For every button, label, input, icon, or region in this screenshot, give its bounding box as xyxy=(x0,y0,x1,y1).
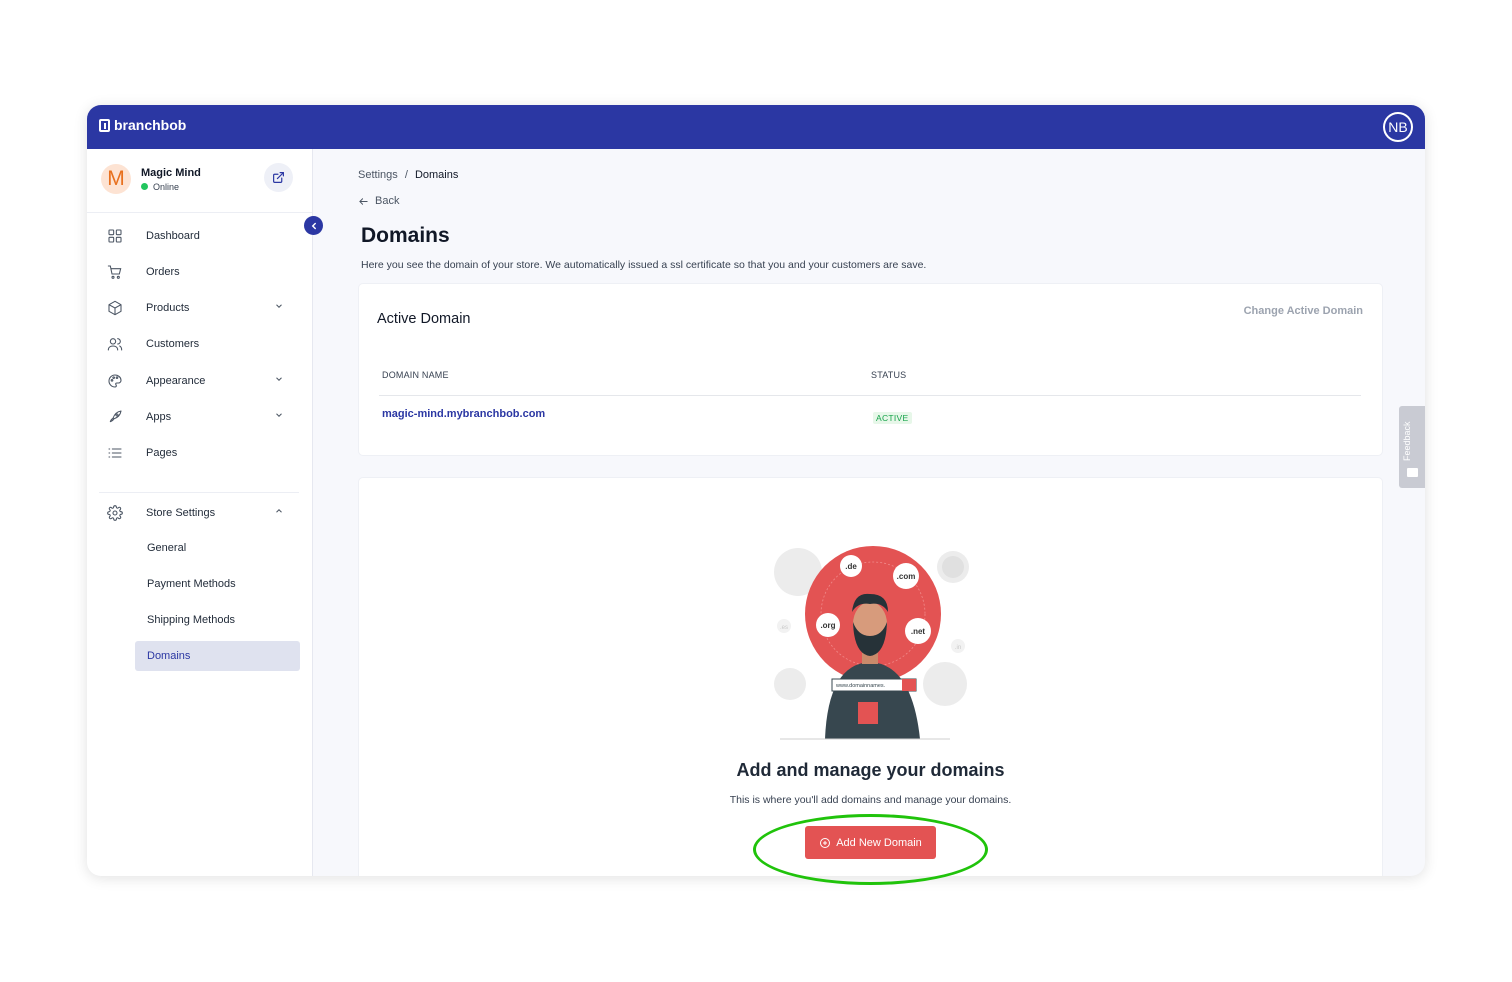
highlight-ellipse xyxy=(753,814,988,885)
svg-text:.org: .org xyxy=(820,621,835,630)
palette-icon xyxy=(106,372,124,390)
sidebar-subitem-general[interactable]: General xyxy=(135,533,300,563)
store-info: Magic Mind Online xyxy=(141,167,201,192)
svg-text:.in: .in xyxy=(955,645,961,651)
svg-text:.com: .com xyxy=(897,572,916,581)
top-bar: branchbob NB xyxy=(87,105,1425,149)
sidebar-group-divider xyxy=(99,492,299,493)
external-link-icon xyxy=(273,172,284,183)
sidebar-item-orders[interactable]: Orders xyxy=(106,261,296,283)
feedback-icon xyxy=(1407,468,1418,477)
chevron-up-icon xyxy=(274,506,284,519)
sidebar-item-appearance[interactable]: Appearance xyxy=(106,370,296,392)
chevron-left-icon xyxy=(311,222,316,229)
breadcrumb: Settings / Domains xyxy=(358,169,458,181)
svg-text:www.domainnames.: www.domainnames. xyxy=(835,683,886,689)
column-header-status: STATUS xyxy=(871,370,907,380)
sidebar-item-customers[interactable]: Customers xyxy=(106,333,296,355)
sidebar-item-label: Orders xyxy=(146,266,180,278)
store-avatar: M xyxy=(101,164,131,194)
change-active-domain-link[interactable]: Change Active Domain xyxy=(1244,305,1363,317)
cart-icon xyxy=(106,263,124,281)
back-label: Back xyxy=(375,195,400,207)
online-dot-icon xyxy=(141,183,148,190)
sidebar-item-store-settings[interactable]: Store Settings xyxy=(106,502,296,524)
box-icon xyxy=(106,299,124,317)
empty-state-title: Add and manage your domains xyxy=(736,760,1005,780)
active-domain-title: Active Domain xyxy=(377,311,471,327)
breadcrumb-separator: / xyxy=(404,169,408,181)
sidebar-item-label: Pages xyxy=(146,447,178,459)
status-badge: ACTIVE xyxy=(873,412,912,424)
main-content: Settings / Domains Back Domains Here you… xyxy=(313,149,1425,876)
sidebar-item-label: Customers xyxy=(146,338,200,350)
breadcrumb-settings[interactable]: Settings xyxy=(358,169,398,181)
grid-icon xyxy=(106,227,124,245)
sidebar-item-apps[interactable]: Apps xyxy=(106,406,296,428)
sidebar-item-label: Store Settings xyxy=(146,507,216,519)
chevron-down-icon xyxy=(274,374,284,387)
back-link[interactable]: Back xyxy=(358,195,399,207)
chevron-down-icon xyxy=(274,410,284,423)
branchbob-logo[interactable]: branchbob xyxy=(99,117,186,133)
empty-state-description: This is where you'll add domains and man… xyxy=(729,794,1012,806)
svg-text:.net: .net xyxy=(911,627,926,636)
table-divider xyxy=(379,395,1361,396)
rocket-icon xyxy=(106,408,124,426)
feedback-tab[interactable]: Feedback xyxy=(1399,406,1425,488)
sidebar-item-pages[interactable]: Pages xyxy=(106,442,296,464)
user-initials: NB xyxy=(1385,114,1411,140)
user-avatar[interactable]: NB xyxy=(1383,112,1413,142)
breadcrumb-current: Domains xyxy=(414,169,459,181)
sidebar-item-dashboard[interactable]: Dashboard xyxy=(106,225,296,247)
open-store-button[interactable] xyxy=(264,163,293,192)
sidebar-subitem-domains[interactable]: Domains xyxy=(135,641,300,671)
store-status: Online xyxy=(141,182,201,192)
logo-text: branchbob xyxy=(114,117,187,133)
bag-logo-icon xyxy=(99,118,110,132)
column-header-domain-name: DOMAIN NAME xyxy=(382,370,449,380)
page-description: Here you see the domain of your store. W… xyxy=(361,259,927,271)
users-icon xyxy=(106,335,124,353)
sidebar: M Magic Mind Online Dashboard Orders Pro… xyxy=(87,149,313,876)
store-name: Magic Mind xyxy=(141,166,201,179)
page-title: Domains xyxy=(361,224,450,247)
feedback-label: Feedback xyxy=(1402,421,1412,461)
sidebar-subitem-shipping-methods[interactable]: Shipping Methods xyxy=(135,605,300,635)
store-status-label: Online xyxy=(153,181,180,192)
sidebar-item-label: Products xyxy=(146,302,190,314)
domain-name-link[interactable]: magic-mind.mybranchbob.com xyxy=(382,408,545,420)
active-domain-card: Active Domain Change Active Domain DOMAI… xyxy=(359,284,1382,455)
app-window: branchbob NB M Magic Mind Online Dashboa… xyxy=(87,105,1425,876)
gear-icon xyxy=(106,504,124,522)
sidebar-item-label: Appearance xyxy=(146,375,206,387)
sidebar-item-products[interactable]: Products xyxy=(106,297,296,319)
sidebar-item-label: Apps xyxy=(146,411,172,423)
collapse-sidebar-button[interactable] xyxy=(304,216,323,235)
list-icon xyxy=(106,444,124,462)
arrow-left-icon xyxy=(359,197,368,205)
svg-text:.de: .de xyxy=(845,562,857,571)
chevron-down-icon xyxy=(274,301,284,314)
domains-illustration: .es .in .de .com .org .net www.domainnam… xyxy=(774,546,969,740)
sidebar-subitem-payment-methods[interactable]: Payment Methods xyxy=(135,569,300,599)
sidebar-divider xyxy=(87,212,312,213)
store-switcher[interactable]: M Magic Mind Online xyxy=(101,164,201,194)
svg-text:.es: .es xyxy=(780,625,788,631)
sidebar-item-label: Dashboard xyxy=(146,230,200,242)
